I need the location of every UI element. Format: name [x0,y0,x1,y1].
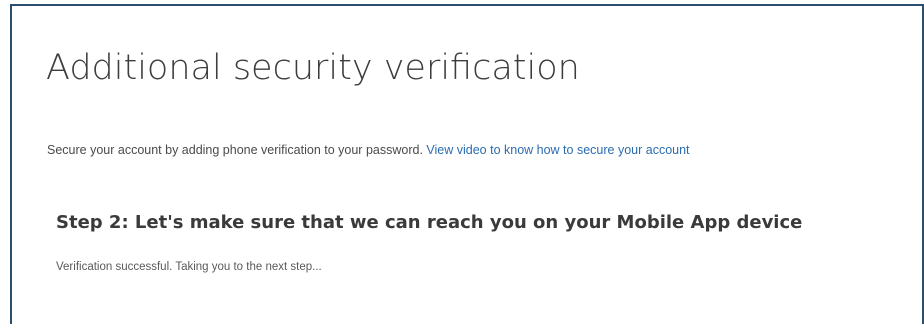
view-video-link[interactable]: View video to know how to secure your ac… [426,143,689,157]
intro-paragraph: Secure your account by adding phone veri… [47,142,690,158]
page-title: Additional security verification [46,48,580,88]
step-heading: Step 2: Let's make sure that we can reac… [56,212,803,233]
intro-text: Secure your account by adding phone veri… [47,143,423,157]
verification-panel: Additional security verification Secure … [10,4,924,324]
verification-status-text: Verification successful. Taking you to t… [56,261,322,273]
